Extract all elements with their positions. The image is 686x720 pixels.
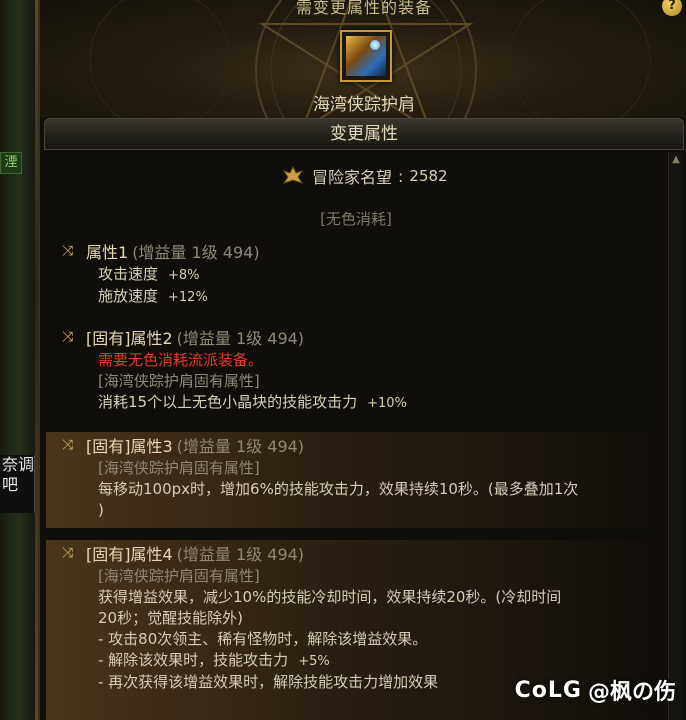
line-value: +8% bbox=[168, 268, 200, 283]
attribute-3[interactable]: ⤨ [固有]属性3 (增益量 1级 494) [海湾侠踪护肩固有属性] 每移动1… bbox=[46, 432, 666, 528]
unique-attribute-tag: [海湾侠踪护肩固有属性] bbox=[98, 567, 260, 585]
attribute-line: 获得增益效果，减少10%的技能冷却时间，效果持续20秒。(冷却时间 bbox=[98, 588, 562, 606]
fame-label: 冒险家名望 bbox=[312, 168, 393, 187]
attribute-line: 施放速度 +12% bbox=[46, 286, 666, 308]
attribute-meta: (增益量 1级 494) bbox=[176, 545, 305, 564]
scrollbar[interactable]: ▲ bbox=[668, 152, 682, 720]
background-left-strip: 湮 奈调 吧 bbox=[0, 0, 38, 720]
line-value: +5% bbox=[298, 654, 330, 669]
adventurer-fame: 冒险家名望 : 2582 bbox=[282, 164, 448, 188]
attribute-line: 每移动100px时，增加6%的技能攻击力，效果持续10秒。(最多叠加1次 bbox=[98, 480, 579, 498]
consume-tag: [无色消耗] bbox=[320, 210, 392, 228]
attribute-line: - 解除该效果时，技能攻击力 +5% bbox=[46, 650, 666, 672]
shuffle-icon: ⤨ bbox=[62, 329, 74, 345]
line-text: 消耗15个以上无色小晶块的技能攻击力 bbox=[98, 393, 358, 411]
line-text: 攻击速度 bbox=[98, 265, 159, 283]
attribute-1[interactable]: ⤨ 属性1 (增益量 1级 494) 攻击速度 +8% 施放速度 +12% bbox=[46, 238, 666, 308]
scroll-up-icon[interactable]: ▲ bbox=[669, 152, 683, 168]
colg-logo: CoLG bbox=[514, 677, 582, 703]
line-text: - 解除该效果时，技能攻击力 bbox=[98, 651, 289, 669]
watermark: CoLG @枫の伤 bbox=[515, 674, 676, 706]
attribute-title: [固有]属性3 bbox=[86, 437, 173, 456]
attribute-title: [固有]属性4 bbox=[86, 545, 173, 564]
equipment-panel: 需变更属性的装备 ? 海湾侠踪护肩 bbox=[40, 0, 686, 118]
attribute-title: 属性1 bbox=[86, 243, 129, 262]
partial-ui-text: 奈调 吧 bbox=[0, 455, 36, 513]
attribute-header: ⤨ [固有]属性3 (增益量 1级 494) bbox=[46, 432, 666, 458]
attribute-meta: (增益量 1级 494) bbox=[176, 437, 305, 456]
attribute-header: ⤨ [固有]属性4 (增益量 1级 494) bbox=[46, 540, 666, 566]
shoulder-armor-icon bbox=[346, 36, 386, 76]
requirement-warning: 需要无色消耗流派装备。 bbox=[98, 351, 264, 369]
line-value: +10% bbox=[367, 396, 407, 411]
gem-icon bbox=[370, 40, 380, 50]
unique-attribute-tag: [海湾侠踪护肩固有属性] bbox=[98, 459, 260, 477]
panel-title: 需变更属性的装备 bbox=[295, 0, 432, 17]
unique-attribute-tag: [海湾侠踪护肩固有属性] bbox=[98, 372, 260, 390]
attribute-2[interactable]: ⤨ [固有]属性2 (增益量 1级 494) 需要无色消耗流派装备。 [海湾侠踪… bbox=[46, 324, 666, 414]
fame-value: 2582 bbox=[409, 167, 448, 185]
section-title: 变更属性 bbox=[330, 124, 398, 144]
shuffle-icon: ⤨ bbox=[62, 545, 74, 561]
attribute-change-window: 需变更属性的装备 ? 海湾侠踪护肩 变更属性 冒险家名望 : 2582 [无色消… bbox=[38, 0, 686, 720]
attribute-title: [固有]属性2 bbox=[86, 329, 173, 348]
attribute-line: 攻击速度 +8% bbox=[46, 264, 666, 286]
section-header: 变更属性 bbox=[44, 118, 684, 150]
attribute-list[interactable]: 冒险家名望 : 2582 [无色消耗] ⤨ 属性1 (增益量 1级 494) 攻… bbox=[46, 150, 666, 720]
watermark-text: @枫の伤 bbox=[587, 680, 676, 705]
partial-ui-chip: 湮 bbox=[0, 152, 22, 174]
attribute-meta: (增益量 1级 494) bbox=[176, 329, 305, 348]
attribute-line: 消耗15个以上无色小晶块的技能攻击力 +10% bbox=[46, 392, 666, 414]
attribute-line: ) bbox=[98, 501, 104, 519]
equipment-slot[interactable] bbox=[340, 30, 392, 82]
line-text: 施放速度 bbox=[98, 287, 159, 305]
attribute-line: 20秒；觉醒技能除外) bbox=[98, 609, 243, 627]
attribute-meta: (增益量 1级 494) bbox=[132, 243, 260, 262]
attribute-line: - 攻击80次领主、稀有怪物时，解除该增益效果。 bbox=[98, 630, 428, 648]
shuffle-icon: ⤨ bbox=[62, 437, 74, 453]
attribute-header: ⤨ 属性1 (增益量 1级 494) bbox=[46, 238, 666, 264]
shuffle-icon: ⤨ bbox=[62, 243, 74, 259]
equipment-name: 海湾侠踪护肩 bbox=[313, 95, 415, 115]
fame-separator: : bbox=[398, 166, 404, 186]
attribute-header: ⤨ [固有]属性2 (增益量 1级 494) bbox=[46, 324, 666, 350]
line-value: +12% bbox=[168, 290, 208, 305]
fame-emblem-icon bbox=[282, 165, 304, 184]
